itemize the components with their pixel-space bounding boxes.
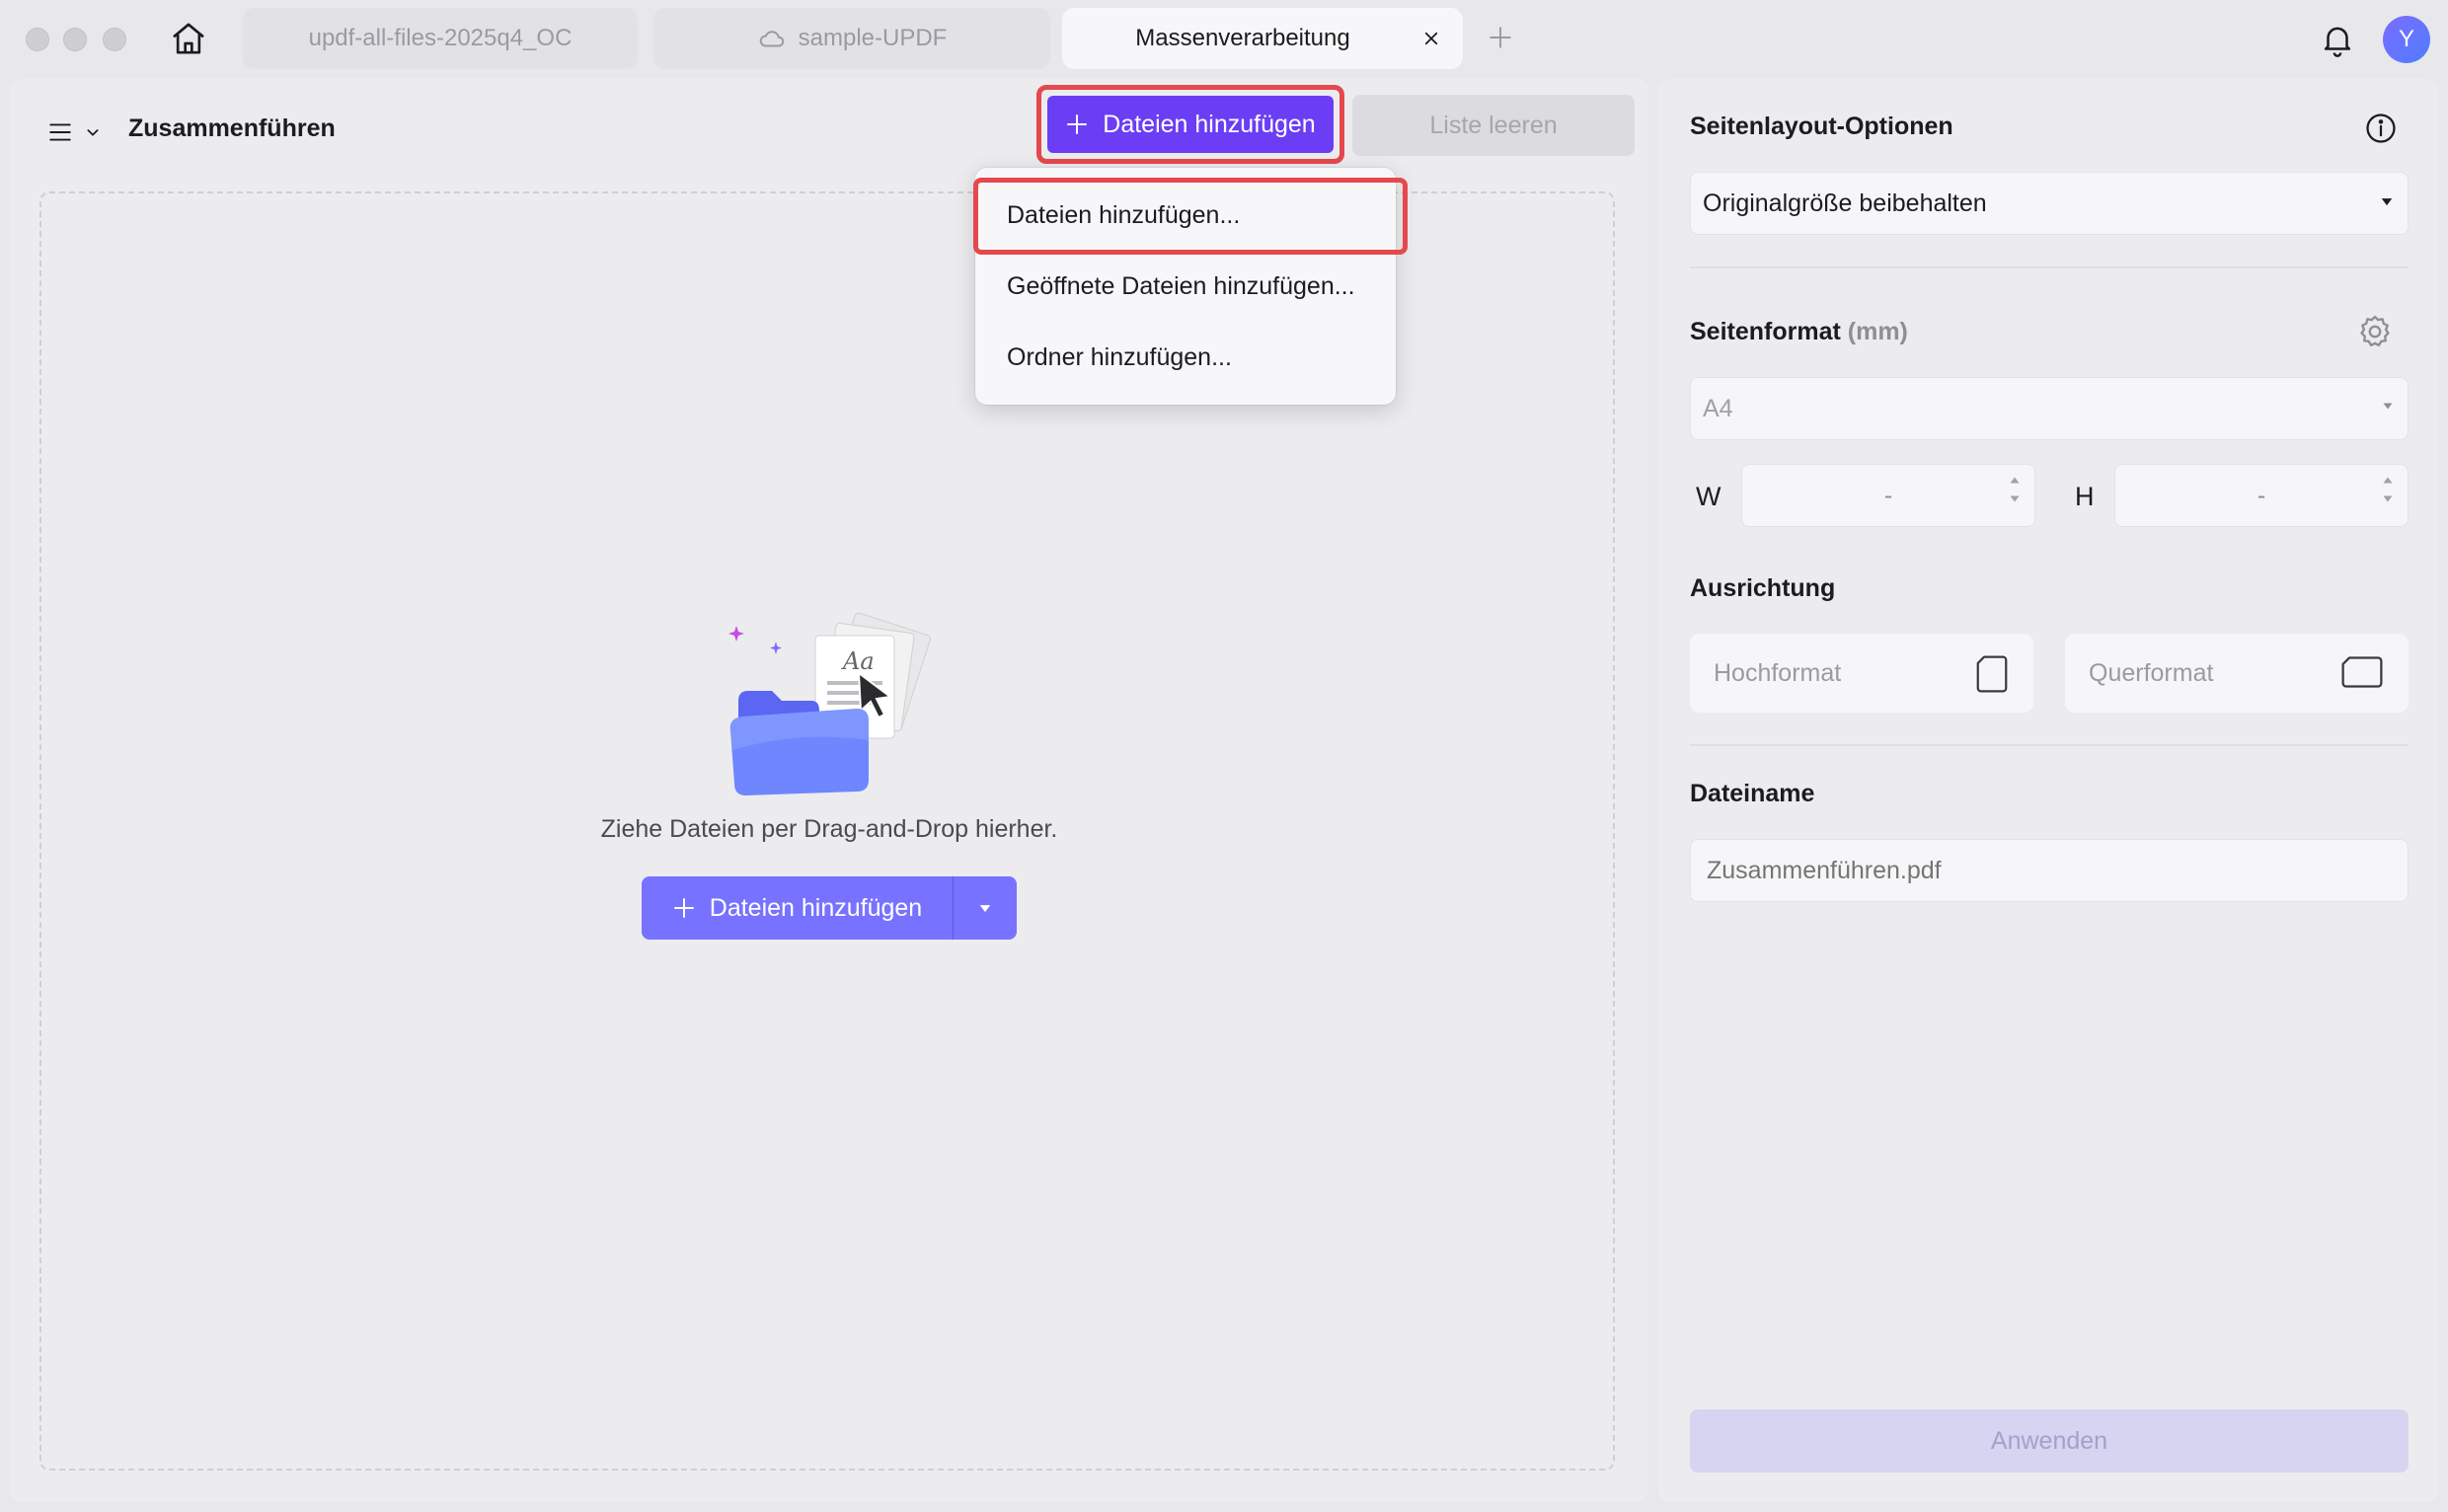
caret-down-icon <box>979 905 991 913</box>
clear-list-button[interactable]: Liste leeren <box>1352 95 1635 156</box>
width-value: - <box>1883 481 1893 509</box>
avatar-initial: Y <box>2398 26 2414 52</box>
height-label: H <box>2075 482 2095 511</box>
folder-files-illustration-icon: Aa <box>728 612 931 795</box>
app-window: updf-all-files-2025q4_OC sample-UPDF Mas… <box>0 0 2448 1512</box>
chevron-down-icon <box>2383 495 2393 502</box>
layout-select[interactable]: Originalgröße beibehalten <box>1690 172 2409 235</box>
width-label: W <box>1696 482 1721 511</box>
menu-item-add-folder[interactable]: Ordner hinzufügen... <box>1007 343 1232 372</box>
tab-updf-all-files[interactable]: updf-all-files-2025q4_OC <box>243 8 638 69</box>
gear-icon <box>2360 315 2390 346</box>
layout-select-value: Originalgröße beibehalten <box>1703 189 1987 217</box>
page-format-label: Seitenformat <box>1690 318 1841 345</box>
filename-heading: Dateiname <box>1690 780 1815 807</box>
landscape-label: Querformat <box>2089 658 2214 687</box>
chevron-up-icon <box>2010 477 2020 484</box>
drop-hint-text: Ziehe Dateien per Drag-and-Drop hierher. <box>600 815 1058 843</box>
divider <box>1690 266 2409 268</box>
window-close-button[interactable] <box>26 28 49 51</box>
format-settings-button[interactable] <box>2355 312 2395 351</box>
landscape-page-icon <box>2341 656 2383 688</box>
divider <box>1690 744 2409 746</box>
tab-label: updf-all-files-2025q4_OC <box>308 25 573 51</box>
caret-down-icon <box>2381 198 2393 206</box>
tab-label: sample-UPDF <box>798 25 948 51</box>
apply-button[interactable]: Anwenden <box>1690 1409 2409 1473</box>
page-format-value: A4 <box>1703 394 1733 422</box>
notifications-button[interactable] <box>2316 18 2359 61</box>
landscape-button[interactable]: Querformat <box>2065 634 2409 713</box>
home-icon <box>173 23 204 54</box>
chevron-up-icon <box>2383 477 2393 484</box>
portrait-page-icon <box>1976 655 2008 693</box>
window-minimize-button[interactable] <box>63 28 87 51</box>
add-files-label: Dateien hinzufügen <box>1103 110 1316 138</box>
page-title: Zusammenführen <box>128 114 336 142</box>
avatar[interactable]: Y <box>2383 16 2430 63</box>
tab-close-button[interactable] <box>1417 25 1445 52</box>
add-files-button[interactable]: Dateien hinzufügen <box>1047 96 1334 153</box>
chevron-down-icon <box>2010 495 2020 502</box>
merge-panel: Zusammenführen Dateien hinzufügen Liste … <box>10 79 1648 1502</box>
height-value: - <box>2257 481 2266 509</box>
plus-icon <box>1067 114 1088 134</box>
plus-icon <box>1490 27 1511 48</box>
page-format-heading: Seitenformat (mm) <box>1690 318 1908 346</box>
info-icon <box>2366 113 2396 143</box>
svg-text:Aa: Aa <box>841 647 875 675</box>
add-files-split-button: Dateien hinzufügen <box>642 876 1017 940</box>
layout-options-heading: Seitenlayout-Optionen <box>1690 113 1953 140</box>
portrait-label: Hochformat <box>1714 658 1842 687</box>
info-button[interactable] <box>2361 109 2401 148</box>
menu-item-highlight <box>973 178 1408 255</box>
tab-massenverarbeitung[interactable]: Massenverarbeitung <box>1062 8 1463 69</box>
page-format-unit: (mm) <box>1847 318 1908 345</box>
settings-panel: Seitenlayout-Optionen Originalgröße beib… <box>1658 79 2438 1502</box>
new-tab-button[interactable] <box>1483 20 1518 55</box>
home-button[interactable] <box>166 16 211 61</box>
tab-label: Massenverarbeitung <box>1135 25 1350 51</box>
add-files-button-highlight: Dateien hinzufügen <box>1036 85 1344 164</box>
close-icon <box>1424 32 1438 45</box>
width-spin-arrows[interactable] <box>2009 475 2021 504</box>
window-zoom-button[interactable] <box>103 28 126 51</box>
add-files-dropdown-toggle[interactable] <box>954 876 1017 940</box>
chevron-down-icon <box>87 129 99 136</box>
menu-item-add-open-files[interactable]: Geöffnete Dateien hinzufügen... <box>1007 272 1355 301</box>
add-files-center-button[interactable]: Dateien hinzufügen <box>642 876 954 940</box>
add-files-center-label: Dateien hinzufügen <box>709 893 923 922</box>
tab-sample-updf[interactable]: sample-UPDF <box>653 8 1050 69</box>
cloud-icon <box>759 31 784 47</box>
filename-input[interactable] <box>1690 839 2409 902</box>
width-stepper[interactable]: - <box>1741 464 2035 527</box>
plus-icon <box>673 898 694 918</box>
bell-icon <box>2324 27 2351 57</box>
height-stepper[interactable]: - <box>2114 464 2409 527</box>
page-format-select[interactable]: A4 <box>1690 377 2409 440</box>
portrait-button[interactable]: Hochformat <box>1690 634 2033 713</box>
caret-down-icon <box>2383 403 2393 410</box>
menu-icon <box>49 123 71 141</box>
height-spin-arrows[interactable] <box>2382 475 2394 504</box>
panel-menu-button[interactable] <box>47 113 116 152</box>
title-bar: updf-all-files-2025q4_OC sample-UPDF Mas… <box>0 0 2448 79</box>
orientation-heading: Ausrichtung <box>1690 574 1836 602</box>
